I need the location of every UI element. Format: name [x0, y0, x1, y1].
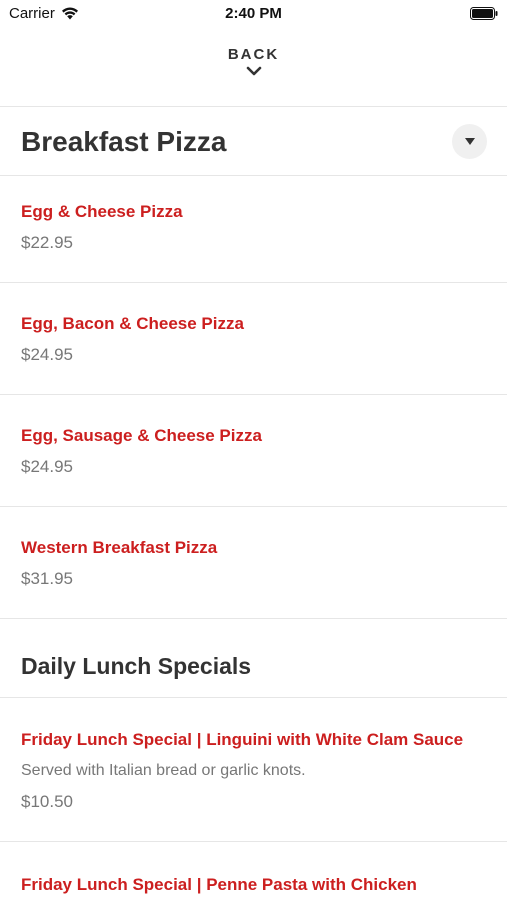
divider [0, 106, 507, 107]
status-time: 2:40 PM [225, 5, 282, 22]
menu-item[interactable]: Egg & Cheese Pizza $22.95 [0, 176, 507, 282]
category-title: Breakfast Pizza [21, 126, 227, 157]
category-header: Breakfast Pizza [0, 108, 507, 174]
battery-icon [470, 7, 498, 20]
item-price: $24.95 [21, 457, 73, 476]
item-name: Egg, Sausage & Cheese Pizza [21, 426, 262, 445]
item-name: Egg, Bacon & Cheese Pizza [21, 314, 244, 333]
menu-item[interactable]: Friday Lunch Special | Linguini with Whi… [0, 698, 507, 841]
menu-item[interactable]: Egg, Sausage & Cheese Pizza $24.95 [0, 395, 507, 506]
status-bar: Carrier 2:40 PM [0, 0, 507, 28]
section-title: Daily Lunch Specials [21, 653, 252, 679]
item-price: $22.95 [21, 233, 73, 252]
divider [0, 618, 507, 619]
category-dropdown-button[interactable] [452, 124, 487, 159]
item-price: $24.95 [21, 345, 73, 364]
item-price: $10.50 [21, 792, 73, 811]
item-price: $31.95 [21, 569, 73, 588]
menu-item[interactable]: Western Breakfast Pizza $31.95 [0, 507, 507, 618]
item-name: Western Breakfast Pizza [21, 538, 218, 557]
back-label: BACK [227, 46, 280, 63]
caret-down-icon [464, 138, 475, 145]
item-name: Friday Lunch Special | Linguini with Whi… [21, 730, 464, 749]
back-button[interactable]: BACK [0, 46, 507, 94]
item-description: Served with Italian bread or garlic knot… [21, 762, 306, 779]
item-name: Egg & Cheese Pizza [21, 202, 183, 221]
menu-item[interactable]: Egg, Bacon & Cheese Pizza $24.95 [0, 283, 507, 394]
menu-item[interactable]: Friday Lunch Special | Penne Pasta with … [0, 842, 507, 900]
chevron-down-icon [246, 66, 261, 76]
item-name: Friday Lunch Special | Penne Pasta with … [21, 875, 417, 894]
